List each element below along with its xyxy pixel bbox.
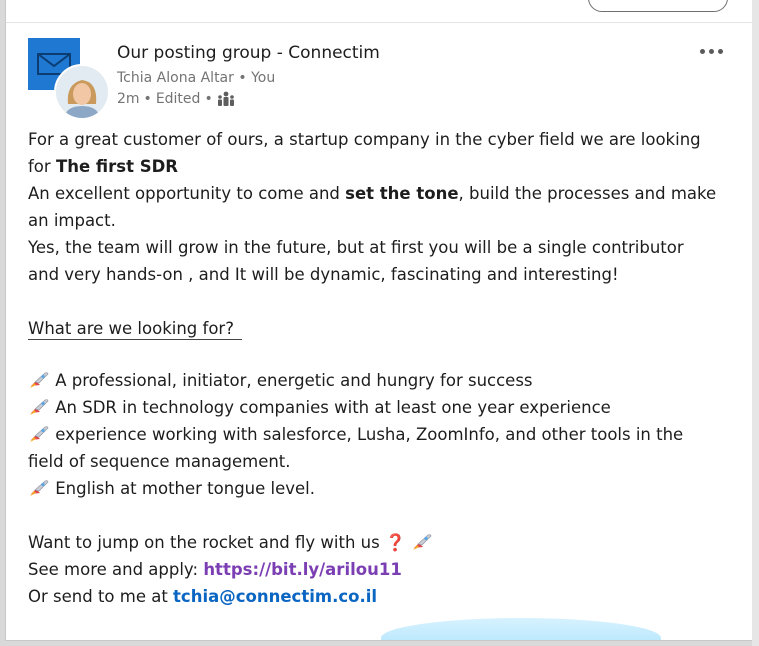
separator-dot: • [143,91,152,107]
time-ago: 2m [117,91,140,107]
text-line: for The first SDR [28,157,178,176]
profile-photo-icon [56,66,108,118]
separator-dot: • [238,70,247,86]
call-to-action: Want to jump on the rocket and fly with … [28,529,738,556]
list-item: English at mother tongue level. [28,475,738,502]
apply-link[interactable]: https://bit.ly/arilou11 [203,560,402,579]
post-card: Our posting group - Connectim Tchia Alon… [5,0,754,641]
text-line: An excellent opportunity to come and set… [28,184,717,203]
list-item: An SDR in technology companies with at l… [28,394,738,421]
previous-post-button[interactable] [588,0,728,12]
post-body: For a great customer of ours, a startup … [28,126,738,610]
author-line: Tchia Alona Altar • You [117,70,275,86]
email-line: Or send to me at tchia@connectim.co.il [28,587,378,606]
edited-label: Edited [155,91,201,107]
text-line: Yes, the team will grow in the future, b… [28,238,684,257]
text-line: an impact. [28,211,116,230]
bold-role: The first SDR [55,157,178,176]
post-header: Our posting group - Connectim Tchia Alon… [28,38,738,120]
text-line: For a great customer of ours, a startup … [28,130,701,149]
rocket-icon [28,398,50,416]
section-heading: What are we looking for? [28,319,234,338]
group-icon [217,91,234,106]
post-meta: 2m • Edited • [117,91,235,107]
rocket-icon [411,533,433,551]
previous-post-edge [6,0,753,23]
more-options-button[interactable] [694,40,728,62]
avatar[interactable] [54,64,110,120]
ellipsis-icon [699,48,705,54]
bold-phrase: set the tone [345,184,459,203]
separator-dot: • [204,91,213,107]
rocket-icon [28,371,50,389]
text-line: and very hands-on , and It will be dynam… [28,265,619,284]
bottom-preview-glow [381,618,661,640]
author-name[interactable]: Tchia Alona Altar [117,70,234,86]
rocket-icon [28,425,50,443]
email-link[interactable]: tchia@connectim.co.il [173,587,377,606]
list-item-continuation: field of sequence management. [28,452,291,471]
rocket-icon [28,479,50,497]
group-name-link[interactable]: Our posting group - Connectim [117,43,380,63]
list-item: experience working with salesforce, Lush… [28,421,738,448]
scroll-gutter [752,0,759,646]
author-relation: You [251,70,276,86]
apply-line: See more and apply: https://bit.ly/arilo… [28,560,402,579]
question-icon: ❓ [384,533,406,552]
list-item: A professional, initiator, energetic and… [28,367,738,394]
